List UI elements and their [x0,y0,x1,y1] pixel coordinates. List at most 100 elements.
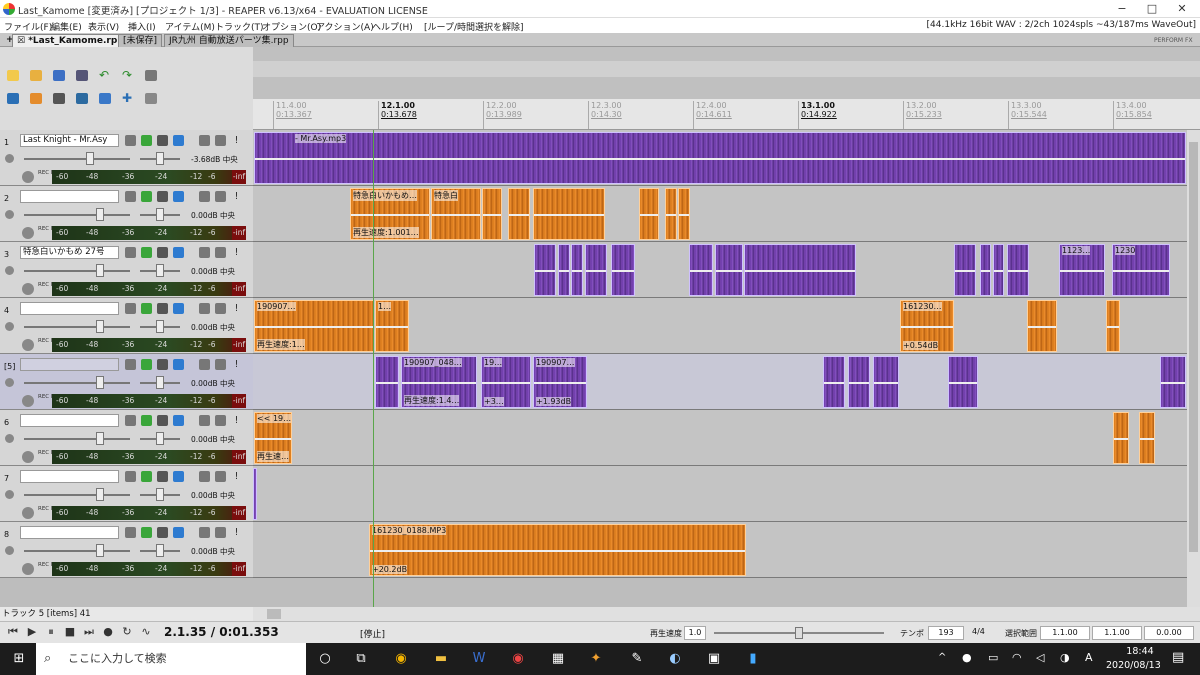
time-signature[interactable]: 4/4 [972,627,985,636]
record-arm-button[interactable] [5,154,14,163]
utility-icon[interactable]: ✎ [626,649,648,669]
arrange-view[interactable]: - Mr.Asy.mp3 特急白いかもめ… 再生速度:1.001… 特急白 112… [253,130,1187,607]
envelope-icon[interactable] [157,247,168,258]
volume-fader[interactable] [24,382,130,384]
meter-clip[interactable]: -inf [232,338,246,352]
media-item[interactable] [980,244,991,296]
selection-length-field[interactable]: 0.0.00 [1144,626,1194,640]
media-item[interactable] [715,244,743,296]
media-item[interactable] [508,188,530,240]
battery-icon[interactable]: ▭ [988,651,998,664]
record-arm-icon[interactable]: ! [231,135,242,146]
folder-icon[interactable] [125,303,136,314]
playrate-field[interactable]: 1.0 [684,626,706,640]
selection-end-field[interactable]: 1.1.00 [1092,626,1142,640]
record-arm-button[interactable] [5,546,14,555]
play-icon[interactable]: ▶ [26,626,38,638]
file-explorer-icon[interactable]: ▬ [430,649,452,669]
media-item[interactable]: 190907… 再生速度:1… [254,300,374,352]
meter-clip[interactable]: -inf [232,394,246,408]
record-monitor-knob[interactable] [22,339,34,351]
folder-icon[interactable] [125,471,136,482]
folder-icon[interactable] [125,247,136,258]
volume-fader[interactable] [24,214,130,216]
record-monitor-knob[interactable] [22,395,34,407]
track-name-field[interactable] [20,470,119,483]
folder-icon[interactable] [125,415,136,426]
track-header[interactable]: 2 ! 0.00dB 中央 REC IN -60 -48 -36 -24 -12… [0,186,253,242]
undo-icon[interactable]: ↶ [99,69,111,81]
media-item[interactable] [948,356,978,408]
ripple-edit-icon[interactable] [7,93,19,104]
track-name-field[interactable] [20,358,119,371]
record-arm-icon[interactable]: ! [231,527,242,538]
media-item[interactable]: 190907_048… 再生速度:1.4… [401,356,477,408]
media-item[interactable]: 161230_0188.MP3 +20.2dB [369,524,746,576]
io-icon[interactable] [173,247,184,258]
pan-handle[interactable] [156,208,164,221]
track-lane-3[interactable]: 1123… 1230 [253,242,1187,298]
fx-button[interactable] [141,415,152,426]
project-settings-icon[interactable] [76,70,88,81]
solo-icon[interactable] [215,415,226,426]
fx-button[interactable] [141,527,152,538]
record-arm-icon[interactable]: ! [231,247,242,258]
fx-button[interactable] [141,471,152,482]
open-project-icon[interactable] [30,70,42,81]
close-button[interactable]: ✕ [1167,2,1197,16]
track-header[interactable]: 8 ! 0.00dB 中央 REC IN -60 -48 -36 -24 -12… [0,522,253,578]
volume-fader[interactable] [24,270,130,272]
media-item[interactable] [665,188,677,240]
fx-button[interactable] [141,191,152,202]
folder-icon[interactable] [125,359,136,370]
paint-icon[interactable]: ◐ [664,649,686,669]
envelope-icon[interactable] [157,527,168,538]
solo-icon[interactable] [215,135,226,146]
envelope-icon[interactable] [157,415,168,426]
menu-view[interactable]: 表示(V) [88,20,119,33]
media-item[interactable] [253,468,257,520]
volume-fader-handle[interactable] [96,208,104,221]
track-name-field[interactable] [20,414,119,427]
meter-clip[interactable]: -inf [232,450,246,464]
solo-icon[interactable] [215,471,226,482]
track-header[interactable]: 4 ! 0.00dB 中央 REC IN -60 -48 -36 -24 -12… [0,298,253,354]
envelope-icon[interactable] [157,303,168,314]
media-item[interactable] [848,356,870,408]
record-arm-button[interactable] [5,322,14,331]
empty-track-area[interactable] [253,578,1187,607]
media-item[interactable] [689,244,713,296]
pan-handle[interactable] [156,320,164,333]
fx-button[interactable] [141,135,152,146]
media-item[interactable]: 190907… +1.93dB [533,356,587,408]
record-arm-button[interactable] [5,378,14,387]
cortana-icon[interactable]: ○ [314,649,336,669]
media-item[interactable] [1027,300,1057,352]
volume-fader[interactable] [24,494,130,496]
media-item[interactable] [1007,244,1029,296]
media-item[interactable]: 1… [375,300,409,352]
media-item[interactable] [639,188,659,240]
mute-icon[interactable] [199,471,210,482]
selection-start-field[interactable]: 1.1.00 [1040,626,1090,640]
volume-fader-handle[interactable] [96,544,104,557]
io-icon[interactable] [173,471,184,482]
taskbar-search-input[interactable]: ここに入力して検索 [36,643,306,675]
pan-handle[interactable] [156,264,164,277]
record-monitor-knob[interactable] [22,563,34,575]
volume-fader-handle[interactable] [96,376,104,389]
record-arm-button[interactable] [5,490,14,499]
volume-fader-handle[interactable] [86,152,94,165]
region-lane[interactable] [253,61,1200,77]
volume-fader[interactable] [24,438,130,440]
notification-icon[interactable]: ▤ [1172,650,1184,665]
tab-unsaved[interactable]: [未保存] [118,34,163,47]
fx-button[interactable] [141,247,152,258]
volume-fader[interactable] [24,158,130,160]
fx-button[interactable] [141,359,152,370]
media-item[interactable]: 1123… [1059,244,1105,296]
io-icon[interactable] [173,191,184,202]
envelope-icon[interactable] [157,359,168,370]
track-name-field[interactable] [20,190,119,203]
record-monitor-knob[interactable] [22,227,34,239]
